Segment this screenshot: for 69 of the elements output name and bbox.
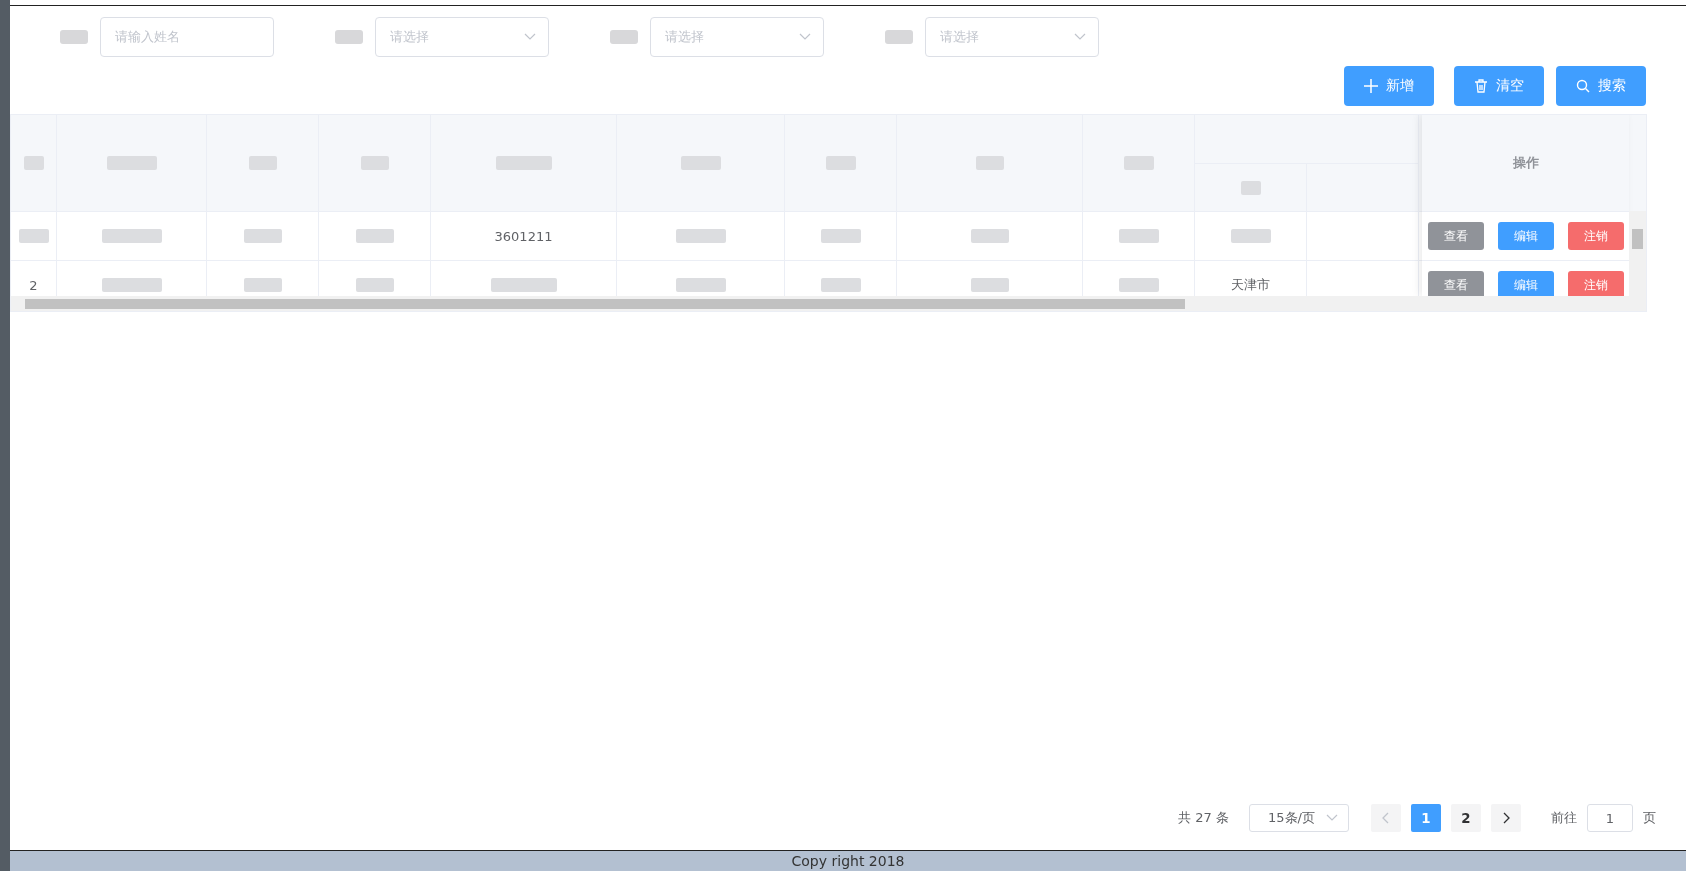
next-page-button[interactable] (1491, 804, 1521, 832)
blurred-text (101, 229, 162, 243)
blurred-text (1230, 229, 1271, 243)
trash-icon (1474, 79, 1488, 93)
page-button[interactable]: 1 (1411, 804, 1441, 832)
blurred-header (23, 156, 44, 170)
blurred-text (1118, 278, 1159, 292)
add-button[interactable]: 新增 (1344, 66, 1434, 106)
blurred-text (355, 229, 394, 243)
chevron-down-icon (1074, 33, 1086, 41)
chevron-left-icon (1381, 812, 1391, 824)
select-field[interactable]: 请选择 (925, 17, 1099, 57)
view-button[interactable]: 查看 (1427, 271, 1484, 299)
name-input-field[interactable]: 请输入姓名 (100, 17, 274, 57)
vertical-scrollbar[interactable] (1629, 211, 1646, 296)
blurred-header (248, 156, 277, 170)
total-count: 共 27 条 (1178, 809, 1229, 827)
copyright-text: Copy right 2018 (791, 853, 905, 869)
search-icon (1576, 79, 1590, 93)
blurred-label (610, 30, 638, 44)
table-cell: 2 (29, 277, 38, 293)
view-button[interactable]: 查看 (1427, 222, 1484, 250)
page-button[interactable]: 2 (1451, 804, 1481, 832)
blurred-header (495, 156, 552, 170)
prev-page-button[interactable] (1371, 804, 1401, 832)
blurred-text (820, 229, 861, 243)
page-size-select[interactable]: 15条/页 (1249, 804, 1349, 832)
blurred-header (1123, 156, 1154, 170)
blurred-header (106, 156, 157, 170)
column-header: 操作 (1422, 115, 1629, 212)
page-number-field[interactable]: 1 (1587, 804, 1633, 832)
chevron-down-icon (1326, 814, 1338, 822)
cancel-button[interactable]: 注销 (1567, 222, 1624, 250)
chevron-right-icon (1501, 812, 1511, 824)
clear-button[interactable]: 清空 (1454, 66, 1544, 106)
blurred-text (970, 229, 1009, 243)
table-cell: 天津市 (1231, 276, 1270, 294)
select-field[interactable]: 请选择 (375, 17, 549, 57)
blurred-text (675, 229, 726, 243)
blurred-header (825, 156, 856, 170)
edit-button[interactable]: 编辑 (1497, 222, 1554, 250)
blurred-header (1240, 180, 1261, 195)
blurred-header (360, 156, 389, 170)
blurred-label (60, 30, 88, 44)
blurred-header (975, 156, 1004, 170)
horizontal-scrollbar[interactable] (11, 296, 1646, 311)
blurred-text (820, 278, 861, 292)
blurred-text (243, 278, 282, 292)
blurred-label (335, 30, 363, 44)
plus-icon (1364, 79, 1378, 93)
blurred-text (101, 278, 162, 292)
blurred-label (885, 30, 913, 44)
cancel-button[interactable]: 注销 (1567, 271, 1624, 299)
search-button[interactable]: 搜索 (1556, 66, 1646, 106)
page-suffix: 页 (1643, 809, 1656, 827)
blurred-text (355, 278, 394, 292)
blurred-text (970, 278, 1009, 292)
chevron-down-icon (524, 33, 536, 41)
blurred-text (243, 229, 282, 243)
blurred-header (680, 156, 721, 170)
goto-label: 前往 (1551, 809, 1577, 827)
blurred-text (490, 278, 557, 292)
table-cell: 3601211 (494, 228, 553, 244)
chevron-down-icon (799, 33, 811, 41)
select-field[interactable]: 请选择 (650, 17, 824, 57)
blurred-text (1118, 229, 1159, 243)
blurred-text (675, 278, 726, 292)
blurred-text (18, 229, 49, 243)
edit-button[interactable]: 编辑 (1497, 271, 1554, 299)
